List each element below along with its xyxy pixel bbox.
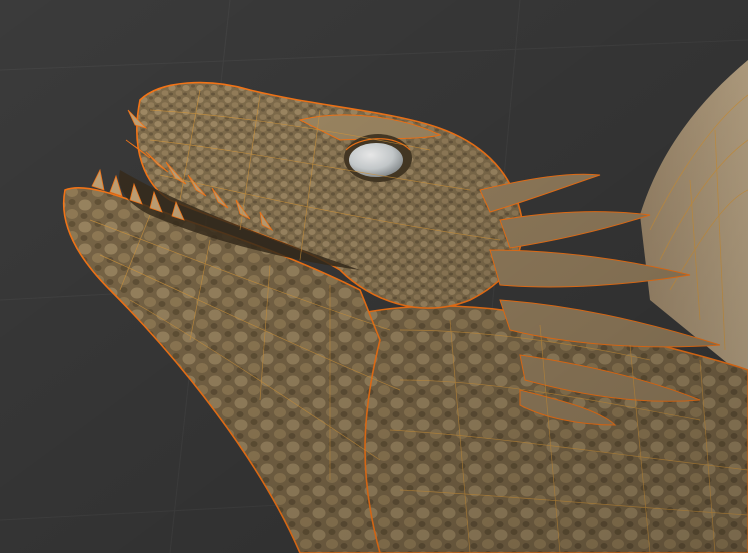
lighting-shade bbox=[0, 0, 748, 553]
viewport-canvas[interactable] bbox=[0, 0, 748, 553]
3d-viewport[interactable] bbox=[0, 0, 748, 553]
